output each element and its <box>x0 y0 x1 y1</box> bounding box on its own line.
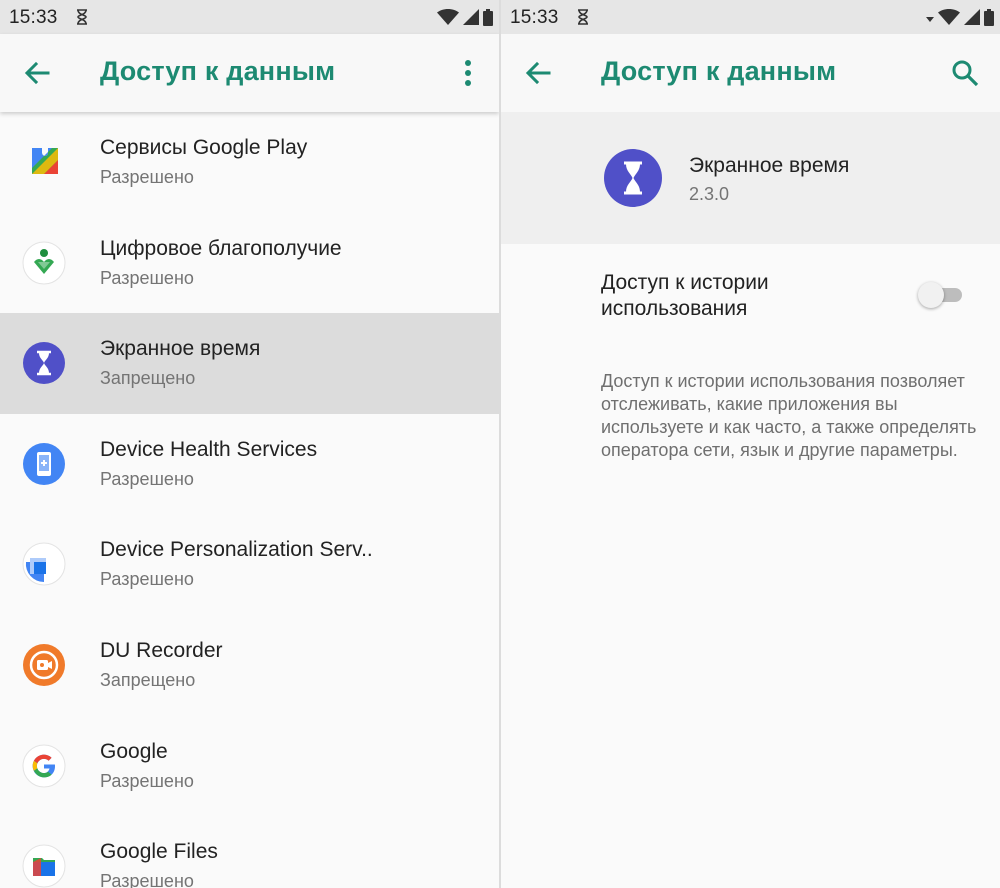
hourglass-status-icon <box>77 9 87 25</box>
app-list: Сервисы Google Play Разрешено Цифровое б… <box>0 112 499 888</box>
right-screen: 15:33 Доступ к данным Экранное время 2.3… <box>501 0 1000 888</box>
search-icon[interactable] <box>950 58 980 88</box>
list-item[interactable]: Device Health Services Разрешено <box>0 414 499 515</box>
app-status: Запрещено <box>100 368 196 389</box>
app-status: Разрешено <box>100 569 194 590</box>
page-title: Доступ к данным <box>100 56 336 86</box>
wifi-icon <box>938 9 960 25</box>
cellular-signal-icon <box>964 9 980 25</box>
hourglass-app-icon <box>23 342 65 385</box>
status-time: 15:33 <box>9 7 58 28</box>
list-item[interactable]: Экранное время Запрещено <box>0 313 499 414</box>
list-item[interactable]: Google Разрешено <box>0 716 499 817</box>
app-name: DU Recorder <box>100 638 223 662</box>
app-name: Экранное время <box>100 337 261 361</box>
cellular-signal-icon <box>463 9 479 25</box>
hourglass-app-icon <box>604 149 662 207</box>
list-item[interactable]: Цифровое благополучие Разрешено <box>0 213 499 314</box>
back-arrow-icon[interactable] <box>22 58 52 88</box>
list-item[interactable]: Google Files Разрешено <box>0 816 499 888</box>
google-play-services-icon <box>32 148 58 174</box>
setting-description: Доступ к истории использования позволяет… <box>601 371 977 460</box>
app-bar: Доступ к данным <box>501 34 1000 112</box>
app-name: Цифровое благополучие <box>100 236 342 260</box>
app-name: Google Files <box>100 840 218 864</box>
status-time: 15:33 <box>510 7 559 28</box>
app-header: Экранное время 2.3.0 <box>501 112 1000 244</box>
google-icon <box>22 744 66 788</box>
app-status: Разрешено <box>100 267 194 288</box>
app-status: Запрещено <box>100 669 196 690</box>
app-name: Device Personalization Serv.. <box>100 538 373 562</box>
list-item[interactable]: DU Recorder Запрещено <box>0 615 499 716</box>
page-title: Доступ к данным <box>601 56 837 86</box>
app-version: 2.3.0 <box>689 184 730 204</box>
device-health-icon <box>23 442 65 485</box>
app-status: Разрешено <box>100 770 194 791</box>
usage-access-setting[interactable]: Доступ к истории использования <box>501 244 1000 344</box>
list-item[interactable]: Device Personalization Serv.. Разрешено <box>0 514 499 615</box>
status-bar: 15:33 <box>0 0 499 34</box>
app-name: Сервисы Google Play <box>100 136 308 159</box>
battery-icon <box>483 8 493 26</box>
app-status: Разрешено <box>100 468 194 489</box>
back-arrow-icon[interactable] <box>523 58 553 88</box>
digital-wellbeing-icon <box>22 241 66 285</box>
more-vert-icon[interactable] <box>455 56 481 90</box>
google-files-icon <box>22 844 66 888</box>
app-bar: Доступ к данным <box>0 34 499 112</box>
battery-icon <box>984 8 994 26</box>
app-name: Google <box>100 739 168 763</box>
data-activity-icon <box>926 17 934 22</box>
wifi-icon <box>437 9 459 25</box>
app-name: Device Health Services <box>100 437 318 461</box>
hourglass-status-icon <box>578 9 588 25</box>
setting-label: Доступ к истории использования <box>601 271 769 320</box>
status-icons <box>437 8 493 26</box>
app-status: Разрешено <box>100 871 194 888</box>
app-status: Разрешено <box>100 167 194 187</box>
device-personalization-icon <box>22 542 66 586</box>
status-icons <box>926 8 994 26</box>
du-recorder-icon <box>23 643 65 686</box>
app-name: Экранное время <box>689 154 850 177</box>
left-screen: 15:33 Доступ к данным Сервисы Google Pla… <box>0 0 499 888</box>
toggle-thumb <box>918 282 944 308</box>
list-item[interactable]: Сервисы Google Play Разрешено <box>0 112 499 213</box>
status-bar: 15:33 <box>501 0 1000 34</box>
usage-access-toggle[interactable] <box>918 281 964 309</box>
